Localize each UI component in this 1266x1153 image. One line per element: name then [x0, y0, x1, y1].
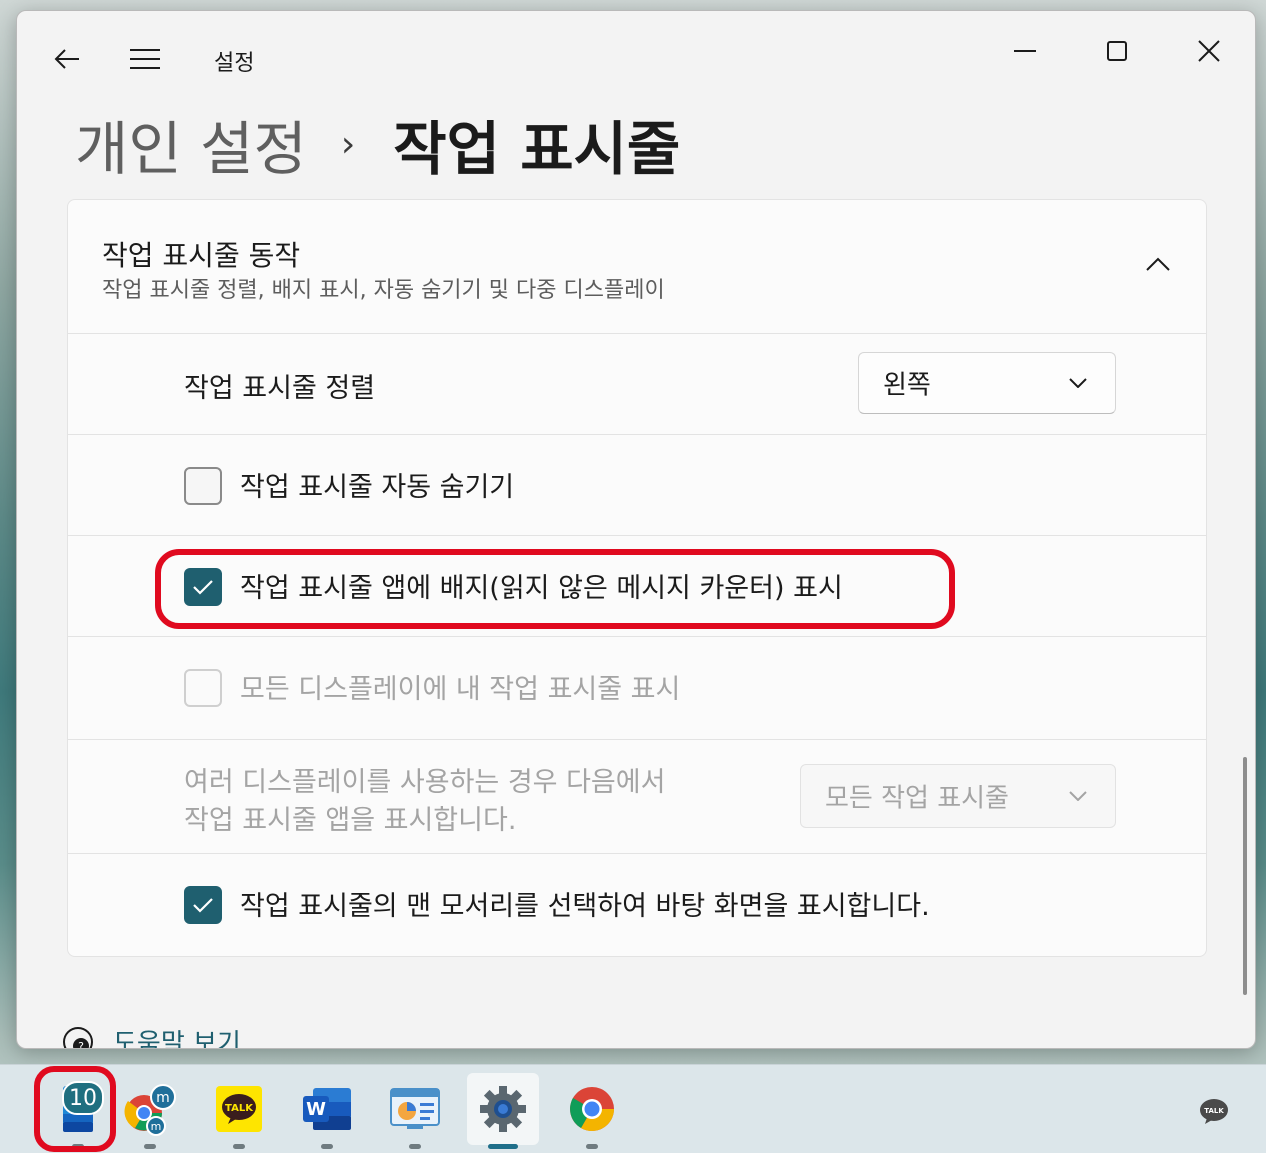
running-indicator	[233, 1144, 245, 1149]
control-panel-app-button[interactable]	[379, 1073, 451, 1149]
svg-text:TALK: TALK	[1204, 1107, 1224, 1115]
svg-text:TALK: TALK	[225, 1103, 254, 1114]
control-panel-icon	[390, 1088, 440, 1129]
nav-menu-button[interactable]	[125, 41, 165, 77]
title-bar: 설정	[17, 11, 1255, 91]
chrome-messenger-icon: m m	[124, 1084, 176, 1136]
page-title: 작업 표시줄	[393, 115, 681, 183]
breadcrumb: 개인 설정 › 작업 표시줄	[75, 99, 680, 189]
alignment-dropdown[interactable]: 왼쪽	[858, 352, 1116, 414]
kakaotalk-icon: TALK	[216, 1086, 262, 1132]
multi-display-row: 여러 디스플레이를 사용하는 경우 다음에서 작업 표시줄 앱을 표시합니다. …	[68, 739, 1206, 854]
help-link[interactable]: ? 도움말 보기	[61, 1023, 241, 1050]
taskbar-badge-highlight-annotation	[34, 1066, 116, 1152]
multi-display-dropdown[interactable]: 모든 작업 표시줄	[800, 764, 1116, 828]
arrow-left-icon	[54, 49, 79, 69]
multi-display-label-line1: 여러 디스플레이를 사용하는 경우 다음에서	[184, 767, 666, 798]
word-icon: W	[303, 1088, 351, 1130]
auto-hide-row: 작업 표시줄 자동 숨기기	[68, 434, 1206, 536]
settings-window: 설정 개인 설정 › 작업 표시줄 작업 표시줄 동작 작업 표시줄 정렬, 배…	[16, 10, 1256, 1049]
alignment-row: 작업 표시줄 정렬 왼쪽	[68, 333, 1206, 435]
running-indicator	[409, 1144, 421, 1149]
svg-text:m: m	[151, 1120, 162, 1133]
word-app-button[interactable]: W	[291, 1073, 363, 1149]
scrollbar[interactable]	[1243, 757, 1247, 995]
app-title: 설정	[214, 51, 255, 76]
section-header[interactable]: 작업 표시줄 동작 작업 표시줄 정렬, 배지 표시, 자동 숨기기 및 다중 …	[68, 200, 1206, 333]
hamburger-icon	[130, 49, 160, 69]
kakaotalk-tray-icon-glyph: TALK	[1200, 1099, 1228, 1124]
breadcrumb-separator: ›	[340, 123, 356, 165]
running-indicator	[488, 1144, 518, 1149]
section-subtitle: 작업 표시줄 정렬, 배지 표시, 자동 숨기기 및 다중 디스플레이	[102, 278, 665, 303]
gear-icon	[480, 1086, 526, 1132]
auto-hide-checkbox[interactable]	[184, 467, 222, 505]
taskbar: m m TALK W TALK	[0, 1064, 1266, 1153]
breadcrumb-parent[interactable]: 개인 설정	[75, 102, 307, 186]
running-indicator	[586, 1144, 598, 1149]
all-displays-label: 모든 디스플레이에 내 작업 표시줄 표시	[240, 674, 681, 705]
close-icon	[1198, 40, 1220, 62]
section-title: 작업 표시줄 동작	[102, 239, 301, 272]
chrome-messenger-app-button[interactable]: m m	[114, 1073, 186, 1149]
minimize-icon	[1014, 50, 1036, 52]
back-button[interactable]	[47, 41, 87, 77]
running-indicator	[144, 1144, 156, 1149]
checkmark-icon	[193, 898, 213, 913]
svg-text:?: ?	[78, 1040, 84, 1050]
auto-hide-label: 작업 표시줄 자동 숨기기	[240, 472, 515, 503]
running-indicator	[321, 1144, 333, 1149]
svg-text:W: W	[306, 1099, 326, 1120]
corner-desktop-checkbox[interactable]	[184, 886, 222, 924]
minimize-button[interactable]	[1001, 29, 1049, 73]
alignment-label: 작업 표시줄 정렬	[184, 373, 376, 404]
chevron-up-icon	[1146, 257, 1170, 271]
multi-display-label-line2: 작업 표시줄 앱을 표시합니다.	[184, 805, 517, 836]
collapse-button[interactable]	[1140, 246, 1176, 282]
corner-desktop-row: 작업 표시줄의 맨 모서리를 선택하여 바탕 화면을 표시합니다.	[68, 853, 1206, 956]
help-link-label: 도움말 보기	[113, 1029, 241, 1049]
chevron-down-icon	[1069, 373, 1089, 393]
all-displays-row: 모든 디스플레이에 내 작업 표시줄 표시	[68, 636, 1206, 740]
settings-app-button[interactable]	[467, 1073, 539, 1149]
all-displays-checkbox[interactable]	[184, 669, 222, 707]
kakaotalk-app-button[interactable]: TALK	[203, 1073, 275, 1149]
multi-display-value: 모든 작업 표시줄	[825, 783, 1009, 814]
corner-desktop-label: 작업 표시줄의 맨 모서리를 선택하여 바탕 화면을 표시합니다.	[240, 891, 930, 922]
close-button[interactable]	[1185, 29, 1233, 73]
chrome-app-button[interactable]	[556, 1073, 628, 1149]
maximize-button[interactable]	[1093, 29, 1141, 73]
chrome-icon	[570, 1087, 614, 1131]
badges-highlight-annotation	[155, 549, 955, 629]
maximize-icon	[1107, 41, 1127, 61]
svg-text:m: m	[156, 1090, 170, 1106]
help-chat-icon: ?	[63, 1026, 93, 1050]
chevron-down-icon	[1069, 786, 1089, 806]
kakaotalk-tray-icon[interactable]: TALK	[1194, 1095, 1234, 1129]
alignment-value: 왼쪽	[883, 370, 931, 401]
